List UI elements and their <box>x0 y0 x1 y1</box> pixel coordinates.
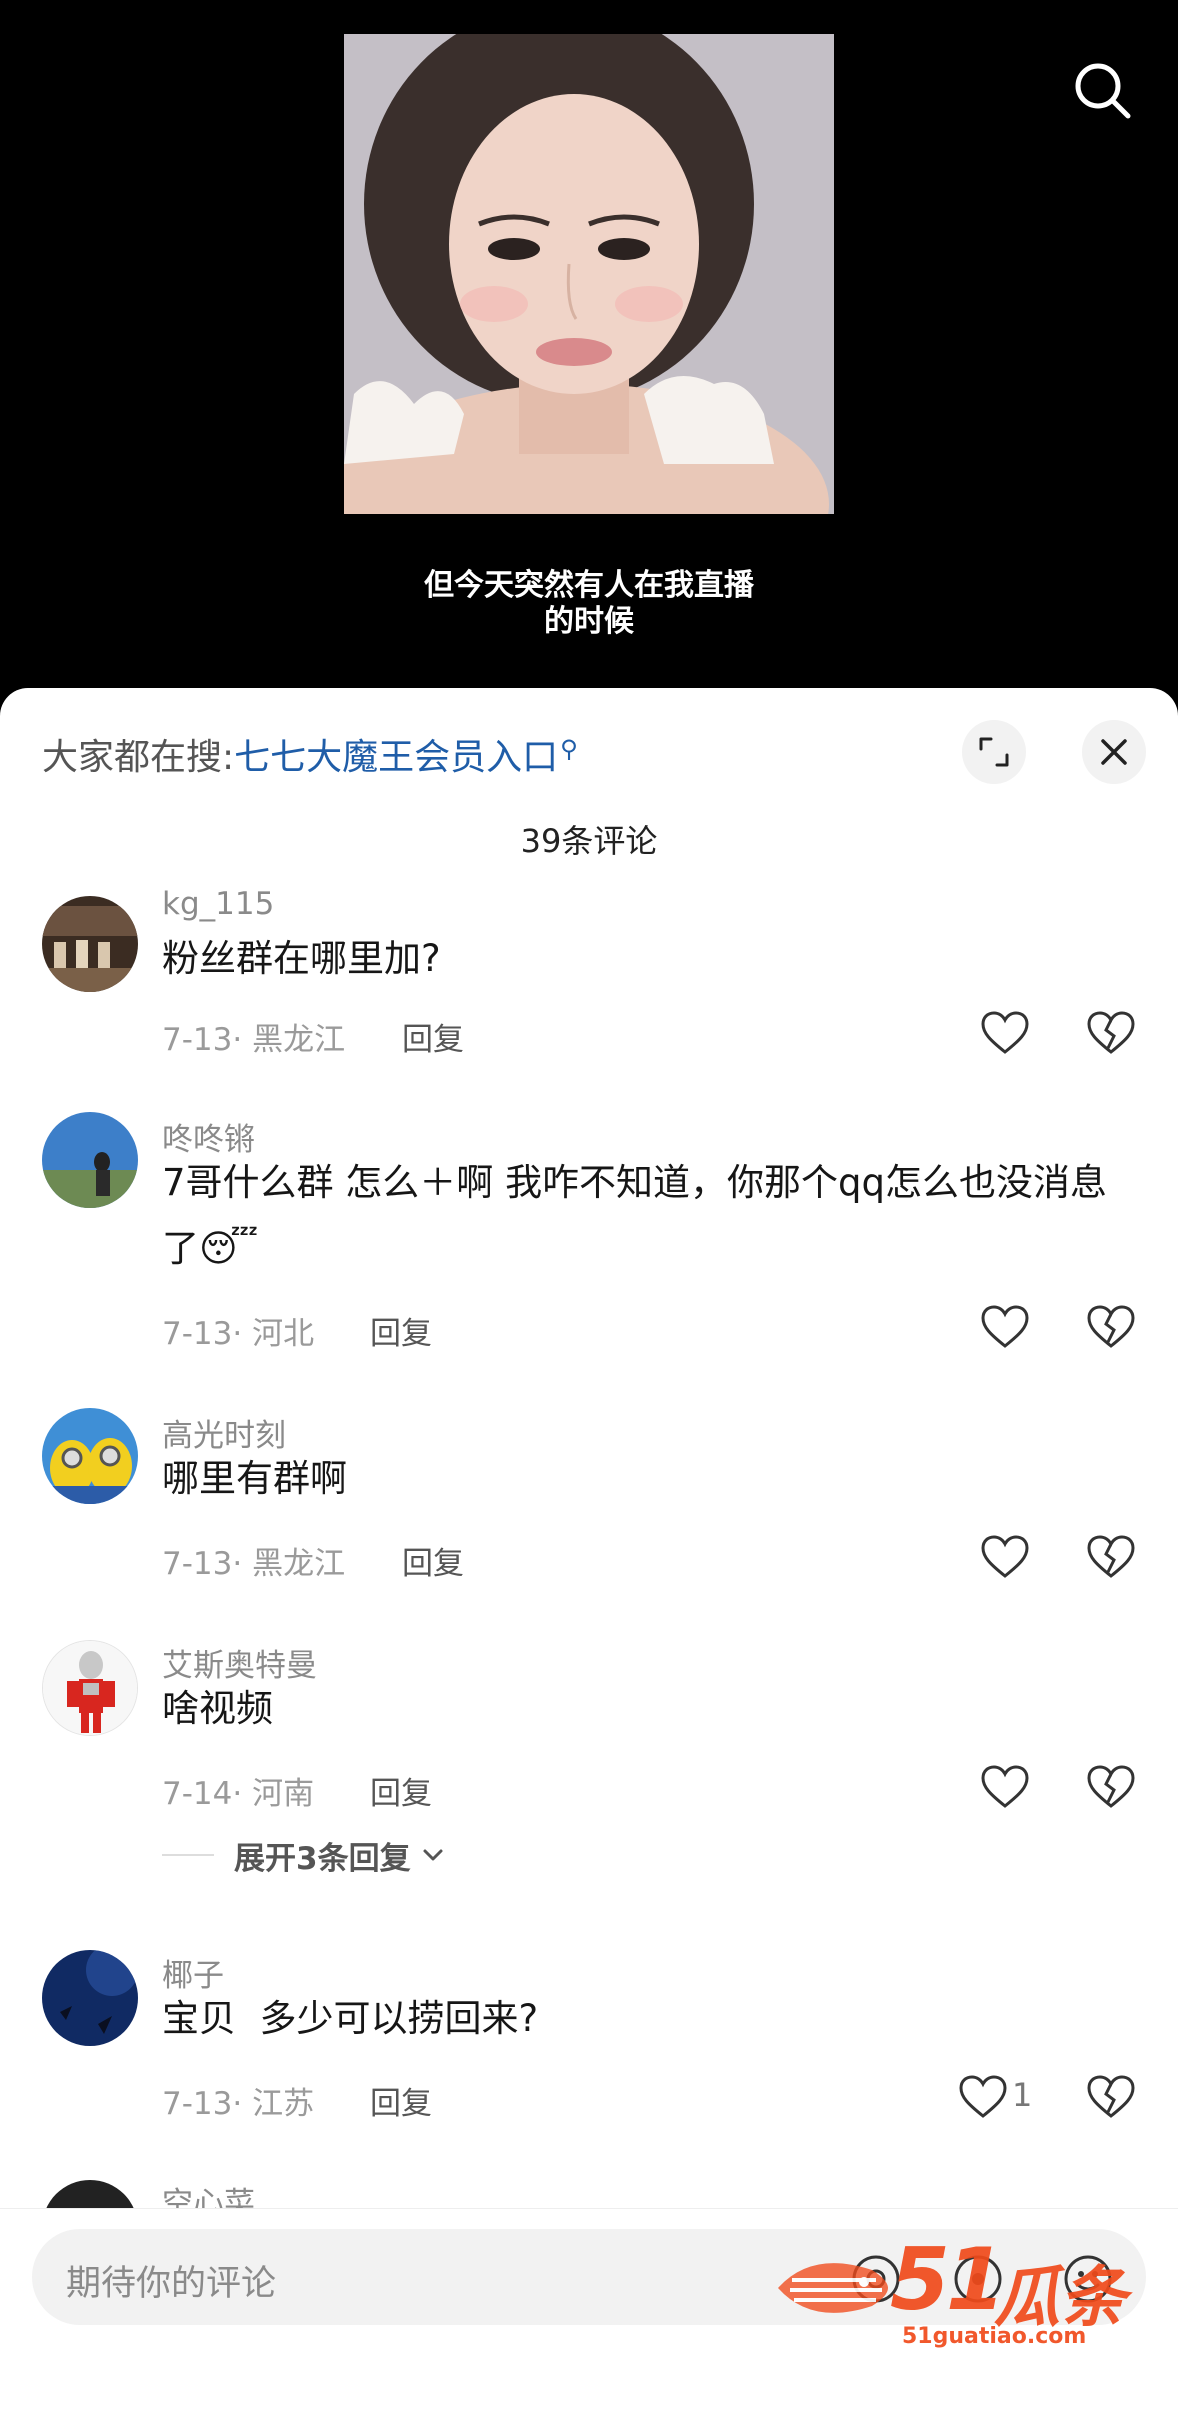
avatar[interactable] <box>42 896 138 992</box>
avatar[interactable] <box>42 1112 138 1208</box>
comment-date: 7-13 <box>162 2086 233 2122</box>
dislike-broken-heart-icon[interactable] <box>1086 2074 1136 2120</box>
subtitle-line-2: 的时候 <box>544 604 634 639</box>
avatar-image <box>42 1408 138 1504</box>
comment-text: 哪里有群啊 <box>162 1457 347 1500</box>
dislike-broken-heart-icon[interactable] <box>1086 1010 1136 1056</box>
hot-search-keyword[interactable]: 七七大魔王会员入口 <box>234 737 558 778</box>
comment-date: 7-14 <box>162 1776 233 1812</box>
search-icon <box>1075 63 1131 119</box>
meta-separator: · <box>232 1316 253 1352</box>
comment-meta: 7-13· 河北 <box>162 1308 314 1353</box>
comment-count: 39条评论 <box>520 822 658 860</box>
comment-text: 宝贝 多少可以捞回来? <box>162 1997 539 2040</box>
comment-meta: 7-14· 河南 <box>162 1768 314 1813</box>
reply-button[interactable]: 回复 <box>370 1308 432 1353</box>
avatar-image <box>42 1950 138 2046</box>
like-heart-icon[interactable] <box>980 1304 1030 1350</box>
dislike-broken-heart-icon[interactable] <box>1086 1534 1136 1580</box>
comment-region: 河南 <box>252 1776 315 1812</box>
avatar-image <box>42 896 138 992</box>
watermark-number: 51 <box>890 2230 1006 2330</box>
meta-separator: · <box>232 2086 253 2122</box>
avatar[interactable] <box>42 1950 138 2046</box>
expand-replies-label: 展开3条回复 <box>234 1840 411 1877</box>
watermark-url: 51guatiao.com <box>902 2324 1087 2349</box>
like-heart-icon[interactable] <box>958 2074 1008 2120</box>
comment-date: 7-13 <box>162 1316 233 1352</box>
video-subtitle: 但今天突然有人在我直播 的时候 <box>300 568 878 640</box>
reply-button[interactable]: 回复 <box>370 1768 432 1813</box>
search-small-icon: ⚲ <box>560 735 578 763</box>
expand-replies-button[interactable]: 展开3条回复 <box>162 1835 445 1877</box>
comment-region: 江苏 <box>252 2086 315 2122</box>
comment-region: 黑龙江 <box>252 1022 346 1058</box>
video-frame[interactable] <box>344 34 834 514</box>
hot-search-prefix: 大家都在搜: <box>42 737 235 778</box>
comment-text: 啥视频 <box>162 1687 273 1730</box>
comment-region: 河北 <box>252 1316 315 1352</box>
like-heart-icon[interactable] <box>980 1534 1030 1580</box>
comment-input-placeholder: 期待你的评论 <box>66 2264 277 2304</box>
divider-line <box>162 1854 214 1856</box>
video-portrait-image <box>344 34 834 514</box>
avatar[interactable] <box>42 1640 138 1736</box>
avatar-image <box>42 1112 138 1208</box>
video-player[interactable]: 但今天突然有人在我直播 的时候 <box>0 0 1178 700</box>
reply-button[interactable]: 回复 <box>402 1538 464 1583</box>
avatar[interactable] <box>42 1408 138 1504</box>
expand-button[interactable] <box>962 720 1026 784</box>
watermark-logo: 51 瓜条 51guatiao.com <box>772 2230 1142 2349</box>
reply-button[interactable]: 回复 <box>370 2078 432 2123</box>
comment-meta: 7-13· 黑龙江 <box>162 1538 345 1583</box>
comment-region: 黑龙江 <box>252 1546 346 1582</box>
comment-meta: 7-13· 江苏 <box>162 2078 314 2123</box>
like-count: 1 <box>1012 2076 1033 2114</box>
dislike-broken-heart-icon[interactable] <box>1086 1764 1136 1810</box>
meta-separator: · <box>232 1776 253 1812</box>
subtitle-line-1: 但今天突然有人在我直播 <box>424 568 754 603</box>
meta-separator: · <box>232 1022 253 1058</box>
avatar-image <box>43 1641 137 1735</box>
comment-date: 7-13 <box>162 1022 233 1058</box>
dislike-broken-heart-icon[interactable] <box>1086 1304 1136 1350</box>
reply-button[interactable]: 回复 <box>402 1014 464 1059</box>
close-icon <box>1101 739 1127 765</box>
fish-logo-icon <box>778 2263 888 2313</box>
like-heart-icon[interactable] <box>980 1764 1030 1810</box>
comment-text: 7哥什么群 怎么＋啊 我咋不知道，你那个qq怎么也没消息了😴 <box>162 1161 1108 1270</box>
comment-meta: 7-13· 黑龙江 <box>162 1014 345 1059</box>
comment-sheet: 大家都在搜:七七大魔王会员入口⚲ 39条评论 kg_115 粉丝群在哪里加? 7… <box>0 688 1178 2429</box>
hot-search-bar[interactable]: 大家都在搜:七七大魔王会员入口⚲ <box>42 728 578 780</box>
chevron-down-icon <box>423 1849 443 1861</box>
comment-author[interactable]: kg_115 <box>162 886 274 922</box>
meta-separator: · <box>232 1546 253 1582</box>
search-button[interactable] <box>1070 58 1136 124</box>
comment-date: 7-13 <box>162 1546 233 1582</box>
comment-text: 粉丝群在哪里加? <box>162 937 441 980</box>
close-button[interactable] <box>1082 720 1146 784</box>
expand-icon <box>979 737 1009 767</box>
like-heart-icon[interactable] <box>980 1010 1030 1056</box>
